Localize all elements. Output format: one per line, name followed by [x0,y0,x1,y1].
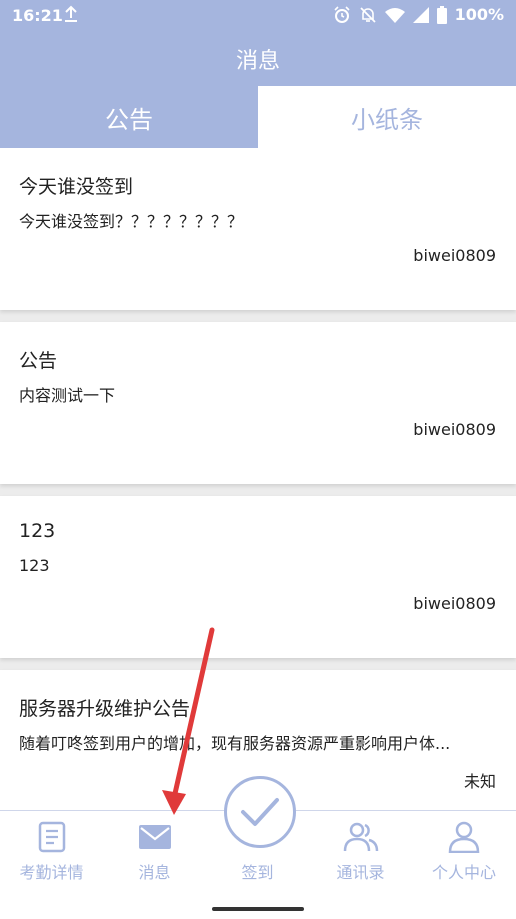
system-nav-bar [0,892,516,919]
announcement-card[interactable]: 公告 内容测试一下 biwei0809 [0,322,516,484]
card-title: 服务器升级维护公告 [19,698,191,720]
nav-label: 签到 [241,863,274,882]
nav-label: 个人中心 [431,863,496,882]
check-icon [241,798,279,826]
page-title: 消息 [235,49,280,74]
announcement-card[interactable]: 今天谁没签到 今天谁没签到？？？？？？？？ biwei0809 [0,148,516,310]
signal-icon [412,6,429,23]
status-icons: 100% [333,5,504,24]
nav-label: 考勤详情 [19,863,84,882]
contacts-icon [343,822,378,852]
tab-bar: 公告 小纸条 [0,86,516,148]
mail-icon [138,825,171,849]
nav-profile[interactable]: 个人中心 [412,811,516,893]
document-icon [38,821,65,853]
card-author: biwei0809 [413,420,496,439]
nav-contacts[interactable]: 通讯录 [309,811,412,893]
checkin-button[interactable] [224,776,296,848]
card-title: 公告 [19,350,58,372]
wifi-icon [384,7,405,23]
nav-attendance[interactable]: 考勤详情 [0,811,103,893]
nav-messages[interactable]: 消息 [103,811,206,893]
announcement-list: 今天谁没签到 今天谁没签到？？？？？？？？ biwei0809 公告 内容测试一… [0,148,516,810]
battery-icon [436,5,447,24]
nav-label: 消息 [138,863,171,882]
person-icon [448,821,480,853]
tab-label: 小纸条 [351,105,423,134]
alarm-icon [333,5,350,23]
tab-label: 公告 [105,105,153,134]
home-indicator[interactable] [212,907,304,911]
mute-bell-icon [359,6,376,23]
status-time: 16:21 [12,6,63,25]
app-bar: 消息 [0,32,516,86]
card-body: 今天谁没签到？？？？？？？？ [19,212,244,231]
nav-label: 通讯录 [336,863,385,882]
card-body: 123 [19,556,50,575]
card-body: 内容测试一下 [19,386,116,405]
announcement-card[interactable]: 123 123 biwei0809 [0,496,516,658]
battery-percent: 100% [454,5,504,24]
card-body: 随着叮咚签到用户的增加，现有服务器资源严重影响用户体... [19,734,451,753]
card-title: 今天谁没签到 [19,176,134,198]
status-bar: 16:21 100% [0,0,516,32]
card-author: biwei0809 [413,246,496,265]
tab-announcements[interactable]: 公告 [0,86,258,148]
card-author: biwei0809 [413,594,496,613]
card-author: 未知 [463,772,496,791]
upload-icon [65,5,77,22]
card-title: 123 [19,520,56,542]
tab-notes[interactable]: 小纸条 [258,86,516,148]
